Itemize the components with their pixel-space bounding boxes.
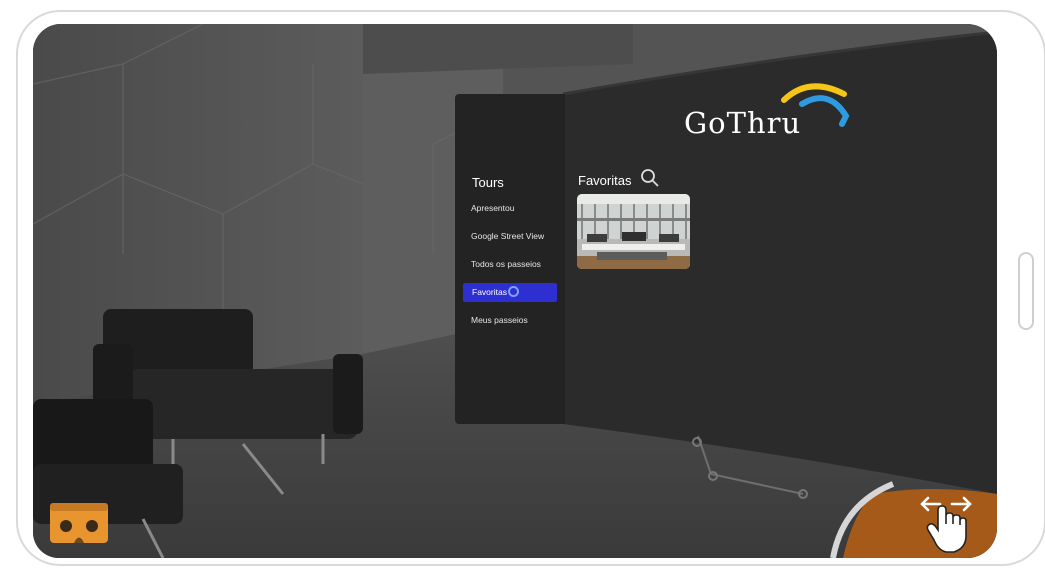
cardboard-mode-button[interactable]	[48, 500, 110, 546]
search-button[interactable]	[640, 168, 660, 188]
favorite-tour-thumbnail[interactable]	[577, 194, 690, 269]
nav-item-todos-os-passeios[interactable]: Todos os passeios	[471, 259, 541, 269]
search-icon	[641, 169, 659, 187]
device-home-button	[1018, 252, 1034, 330]
nav-title: Tours	[472, 175, 504, 190]
nav-item-google-street-view[interactable]: Google Street View	[471, 231, 544, 241]
gaze-cursor-icon	[508, 286, 519, 297]
nav-item-apresentou[interactable]: Apresentou	[471, 203, 514, 213]
cardboard-vr-icon	[50, 503, 108, 543]
brand-name: GoThru	[684, 106, 802, 140]
drag-pan-button[interactable]	[918, 490, 976, 556]
drag-pan-hand-icon	[920, 496, 972, 553]
section-title: Favoritas	[578, 173, 632, 188]
tour-preview-image	[577, 194, 690, 269]
gothru-logo: GoThru	[684, 78, 854, 148]
nav-item-meus-passeios[interactable]: Meus passeios	[471, 315, 528, 325]
